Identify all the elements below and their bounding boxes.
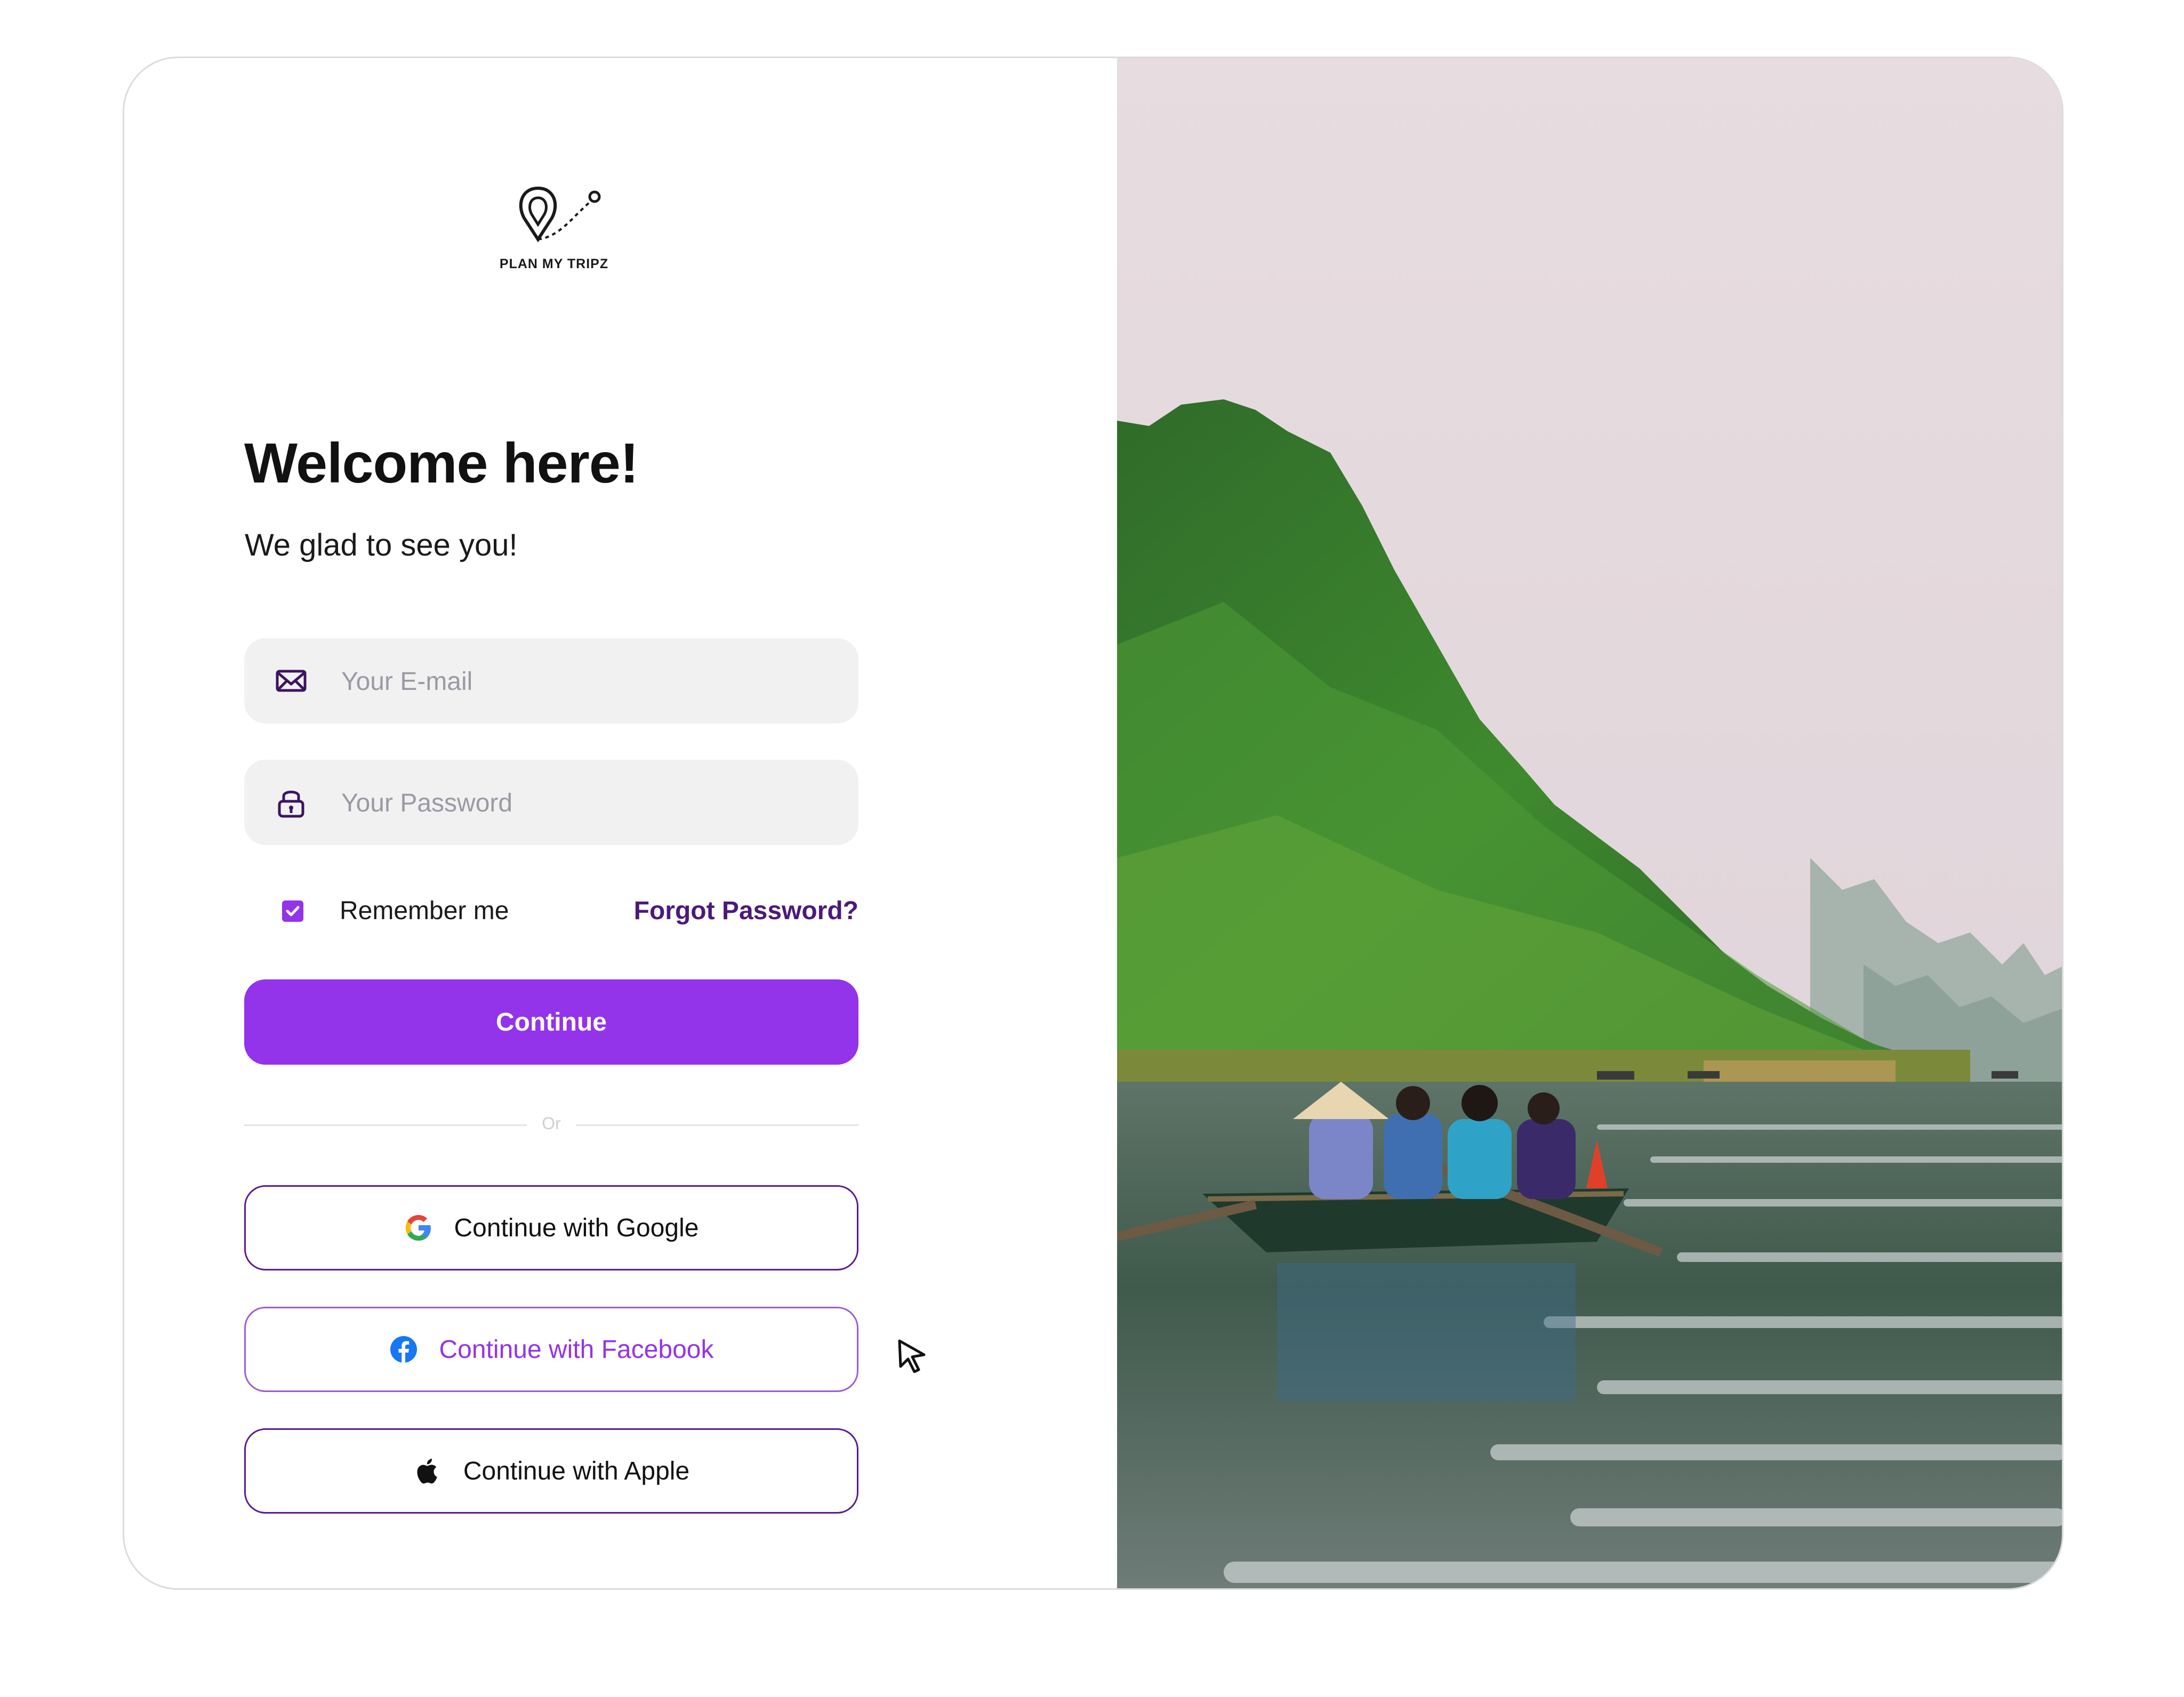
facebook-button-label: Continue with Facebook [439, 1335, 714, 1364]
mail-icon [276, 670, 307, 692]
brand-name: PLAN MY TRIPZ [499, 256, 609, 271]
lock-icon [278, 791, 304, 818]
apple-icon [417, 1459, 437, 1484]
password-input[interactable] [340, 760, 822, 846]
mouse-cursor-icon [898, 1339, 926, 1373]
remember-label: Remember me [340, 897, 509, 925]
brand-logo: PLAN MY TRIPZ [490, 173, 618, 317]
location-pin-icon [519, 186, 601, 243]
login-panel: PLAN MY TRIPZ Welcome here! We glad to s… [124, 58, 1117, 1588]
email-input[interactable] [340, 638, 822, 725]
remember-me[interactable]: Remember me [282, 896, 509, 926]
facebook-button[interactable]: Continue with Facebook [244, 1307, 858, 1392]
page-title: Welcome here! [244, 432, 639, 495]
or-divider: Or [244, 1114, 858, 1135]
google-button[interactable]: Continue with Google [244, 1185, 858, 1270]
continue-button[interactable]: Continue [244, 979, 858, 1065]
divider-text: Or [542, 1114, 561, 1133]
forgot-password-link[interactable]: Forgot Password? [634, 896, 858, 926]
email-field[interactable] [244, 638, 858, 725]
login-card: PLAN MY TRIPZ Welcome here! We glad to s… [123, 57, 2063, 1590]
password-field[interactable] [244, 760, 858, 846]
check-icon [286, 906, 300, 916]
facebook-icon [390, 1336, 417, 1363]
apple-button[interactable]: Continue with Apple [244, 1428, 858, 1514]
apple-button-label: Continue with Apple [463, 1457, 690, 1485]
page-subtitle: We glad to see you! [245, 528, 518, 562]
divider-line-right [576, 1124, 858, 1126]
remember-checkbox[interactable] [282, 900, 303, 922]
google-button-label: Continue with Google [454, 1213, 699, 1242]
google-icon [405, 1215, 431, 1241]
river-landscape-photo [1117, 58, 2062, 1588]
hero-image [1117, 58, 2062, 1588]
